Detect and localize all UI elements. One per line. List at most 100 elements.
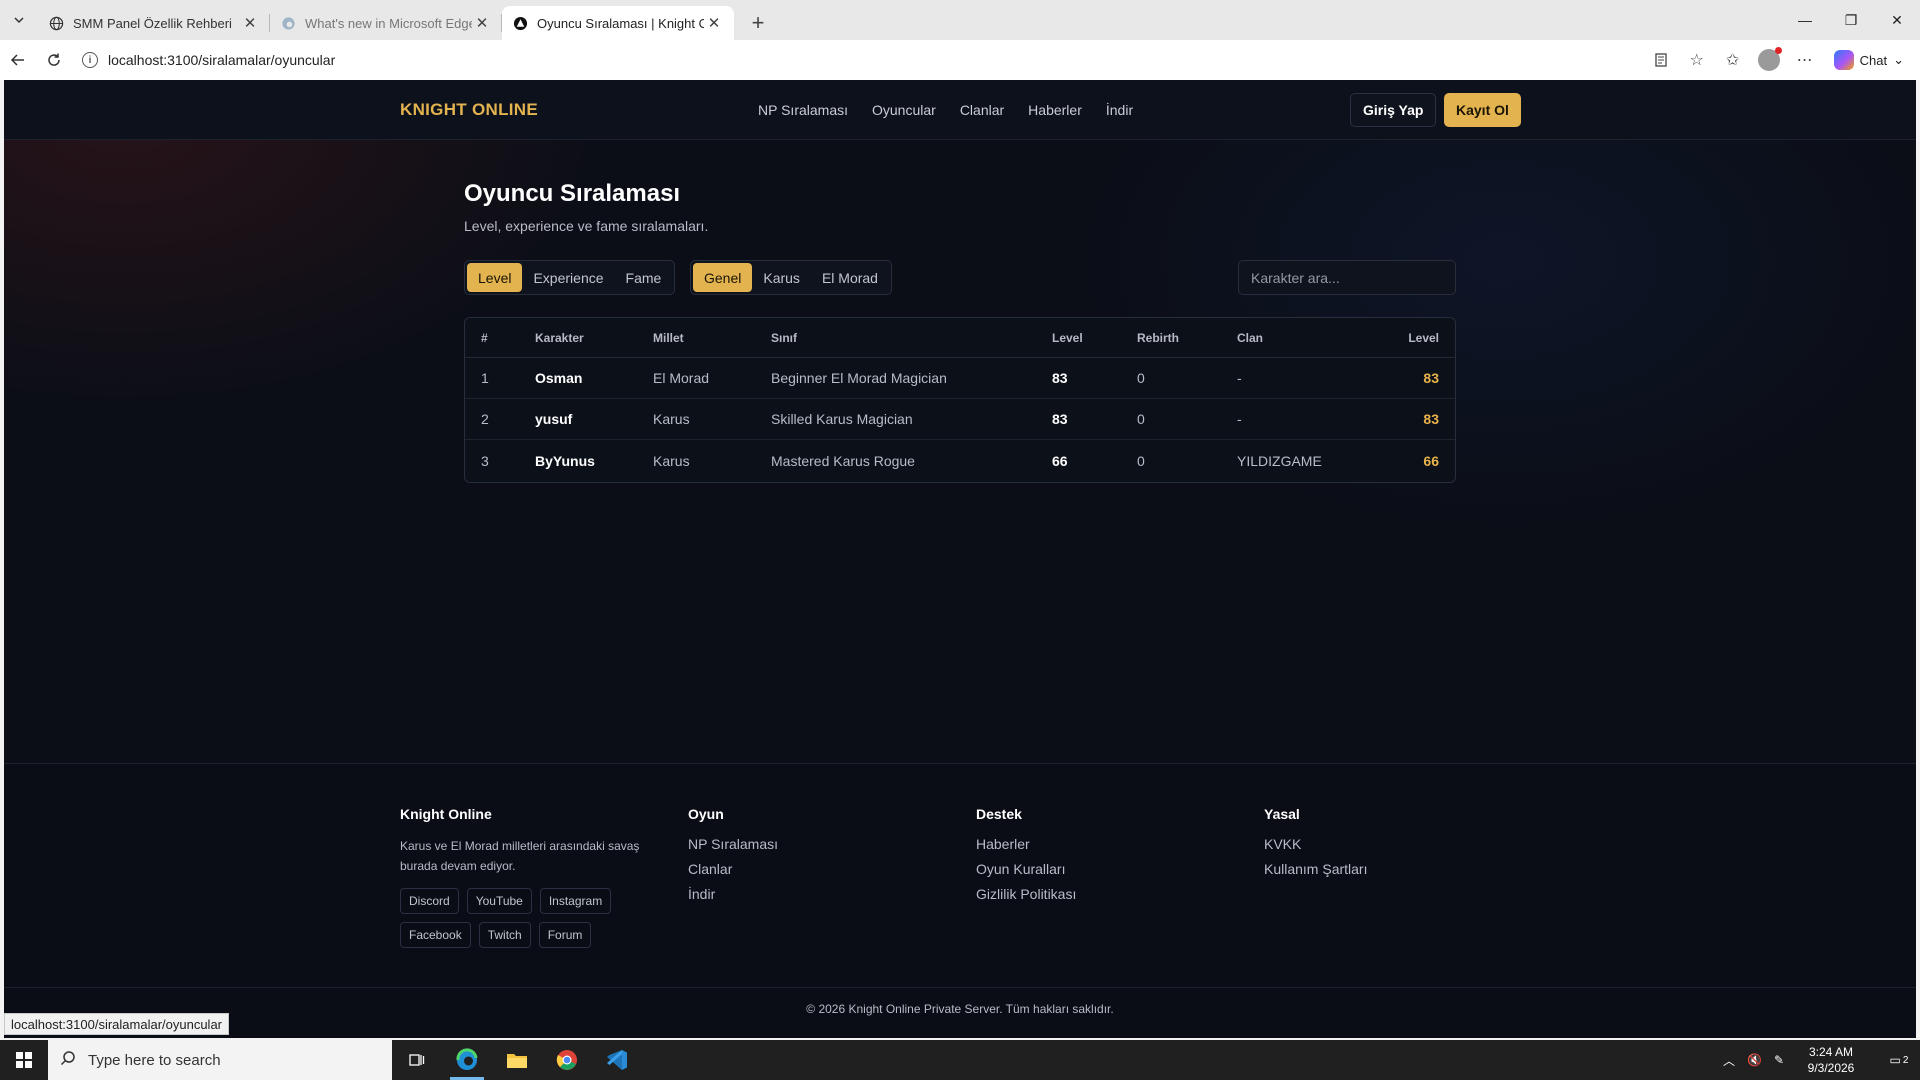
footer-col-destek: Destek Haberler Oyun Kuralları Gizlilik … <box>976 806 1076 911</box>
close-tab-icon[interactable]: ✕ <box>240 14 260 32</box>
pen-icon[interactable]: ✎ <box>1774 1053 1784 1067</box>
url-field[interactable]: i localhost:3100/siralamalar/oyuncular <box>74 45 1654 75</box>
minimize-icon[interactable]: — <box>1782 0 1828 40</box>
footer-link[interactable]: KVKK <box>1264 836 1367 852</box>
browser-tab[interactable]: What's new in Microsoft Edge ✕ <box>270 6 502 40</box>
nav-indir[interactable]: İndir <box>1106 102 1133 118</box>
chevron-up-icon[interactable]: ︿ <box>1723 1052 1735 1069</box>
tab-experience[interactable]: Experience <box>522 263 614 292</box>
system-tray: ︿ 🔇 ✎ 3:24 AM 9/3/2026 ▭ 2 <box>1723 1040 1920 1080</box>
instagram-link[interactable]: Instagram <box>539 888 612 914</box>
login-button[interactable]: Giriş Yap <box>1350 93 1437 127</box>
taskbar-search[interactable]: Type here to search <box>48 1040 392 1080</box>
tab-title: What's new in Microsoft Edge <box>305 15 472 31</box>
browser-tab[interactable]: SMM Panel Özellik Rehberi ✕ <box>38 6 270 40</box>
chat-button[interactable]: Chat ⌄ <box>1828 50 1910 70</box>
facebook-link[interactable]: Facebook <box>400 922 471 948</box>
footer-link[interactable]: Gizlilik Politikası <box>976 886 1076 902</box>
rank-cell: 3 <box>481 452 489 469</box>
class-cell: Mastered Karus Rogue <box>771 452 915 469</box>
table-row[interactable]: 3 ByYunus Karus Mastered Karus Rogue 66 … <box>465 440 1455 481</box>
close-window-icon[interactable]: ✕ <box>1874 0 1920 40</box>
restore-icon[interactable]: ❐ <box>1828 0 1874 40</box>
taskbar: Type here to search ︿ 🔇 ✎ 3:24 AM 9/3/20… <box>0 1040 1920 1080</box>
favorites-icon[interactable]: ✩ <box>1720 47 1746 73</box>
site-logo[interactable]: KNIGHT ONLINE <box>400 100 538 120</box>
character-name[interactable]: ByYunus <box>535 440 595 481</box>
close-tab-icon[interactable]: ✕ <box>472 14 492 32</box>
forum-link[interactable]: Forum <box>538 922 592 948</box>
profile-avatar[interactable] <box>1756 47 1782 73</box>
twitch-link[interactable]: Twitch <box>478 922 531 948</box>
footer-col-oyun: Oyun NP Sıralaması Clanlar İndir <box>688 806 778 911</box>
register-button[interactable]: Kayıt Ol <box>1444 93 1521 127</box>
nation-cell: El Morad <box>653 370 710 386</box>
favorite-star-icon[interactable]: ☆ <box>1684 47 1710 73</box>
tab-genel[interactable]: Genel <box>693 263 753 292</box>
back-icon[interactable] <box>0 42 36 78</box>
footer-link[interactable]: Clanlar <box>688 861 778 877</box>
tab-actions-menu-icon[interactable] <box>0 0 38 40</box>
chrome-icon[interactable] <box>542 1040 592 1080</box>
nav-np-siralamasi[interactable]: NP Sıralaması <box>758 102 848 118</box>
address-bar-actions: ☆ ✩ ⋯ Chat ⌄ <box>1648 40 1910 80</box>
column-header: Clan <box>1237 330 1264 345</box>
nav-haberler[interactable]: Haberler <box>1028 102 1082 118</box>
tab-karus[interactable]: Karus <box>752 263 811 292</box>
chevron-down-icon: ⌄ <box>1893 52 1904 67</box>
close-tab-icon[interactable]: ✕ <box>704 14 724 32</box>
refresh-icon[interactable] <box>36 42 72 78</box>
file-explorer-icon[interactable] <box>492 1040 542 1080</box>
table-header: # Karakter Millet Sınıf Level Rebirth Cl… <box>465 318 1455 358</box>
page-viewport: KNIGHT ONLINE NP Sıralaması Oyuncular Cl… <box>4 80 1916 1038</box>
rebirth-cell: 0 <box>1137 370 1145 386</box>
footer-col-about: Knight Online Karus ve El Morad milletle… <box>400 806 650 948</box>
browser-tab-active[interactable]: Oyuncu Sıralaması | Knight Online ✕ <box>502 6 734 40</box>
start-button[interactable] <box>0 1040 48 1080</box>
footer-link[interactable]: Kullanım Şartları <box>1264 861 1367 877</box>
table-row[interactable]: 1 Osman El Morad Beginner El Morad Magic… <box>465 358 1455 399</box>
site-footer: Knight Online Karus ve El Morad milletle… <box>4 763 1916 1038</box>
task-view-icon[interactable] <box>392 1040 442 1080</box>
new-tab-icon[interactable]: + <box>740 6 776 40</box>
footer-link[interactable]: Oyun Kuralları <box>976 861 1076 877</box>
level-cell: 66 <box>1052 452 1068 469</box>
window-controls: — ❐ ✕ <box>1782 0 1920 40</box>
nation-cell: Karus <box>653 411 690 427</box>
volume-muted-icon[interactable]: 🔇 <box>1747 1053 1762 1067</box>
edge-taskbar-icon[interactable] <box>442 1040 492 1080</box>
nav-oyuncular[interactable]: Oyuncular <box>872 102 936 118</box>
vscode-icon[interactable] <box>592 1040 642 1080</box>
site-favicon-icon <box>512 15 528 31</box>
discord-link[interactable]: Discord <box>400 888 459 914</box>
character-name[interactable]: yusuf <box>535 399 572 439</box>
footer-link[interactable]: NP Sıralaması <box>688 836 778 852</box>
notifications-icon[interactable]: ▭ 2 <box>1878 1053 1920 1067</box>
clock[interactable]: 3:24 AM 9/3/2026 <box>1796 1044 1866 1076</box>
reader-view-icon[interactable] <box>1648 47 1674 73</box>
character-search-input[interactable]: Karakter ara... <box>1238 260 1456 295</box>
tab-fame[interactable]: Fame <box>615 263 673 292</box>
footer-link[interactable]: İndir <box>688 886 778 902</box>
footer-col-yasal: Yasal KVKK Kullanım Şartları <box>1264 806 1367 886</box>
character-name[interactable]: Osman <box>535 358 582 398</box>
youtube-link[interactable]: YouTube <box>466 888 532 914</box>
url-text: localhost:3100/siralamalar/oyuncular <box>108 52 336 68</box>
avatar <box>1757 47 1782 71</box>
table-row[interactable]: 2 yusuf Karus Skilled Karus Magician 83 … <box>465 399 1455 440</box>
tab-level[interactable]: Level <box>467 263 523 292</box>
social-links: Discord YouTube Instagram <box>400 888 650 914</box>
footer-heading: Yasal <box>1264 806 1300 822</box>
nav-clanlar[interactable]: Clanlar <box>960 102 1004 118</box>
column-header: Level <box>1052 330 1083 345</box>
more-options-icon[interactable]: ⋯ <box>1792 47 1818 73</box>
level-cell: 83 <box>1052 411 1068 427</box>
tab-title: Oyuncu Sıralaması | Knight Online <box>537 15 704 31</box>
footer-link[interactable]: Haberler <box>976 836 1076 852</box>
footer-heading: Destek <box>976 806 1022 822</box>
footer-heading: Knight Online <box>400 806 492 822</box>
footer-divider <box>4 987 1916 988</box>
sort-tabs: Level Experience Fame <box>464 260 676 295</box>
tab-el-morad[interactable]: El Morad <box>811 263 889 292</box>
site-info-icon[interactable]: i <box>82 52 98 68</box>
